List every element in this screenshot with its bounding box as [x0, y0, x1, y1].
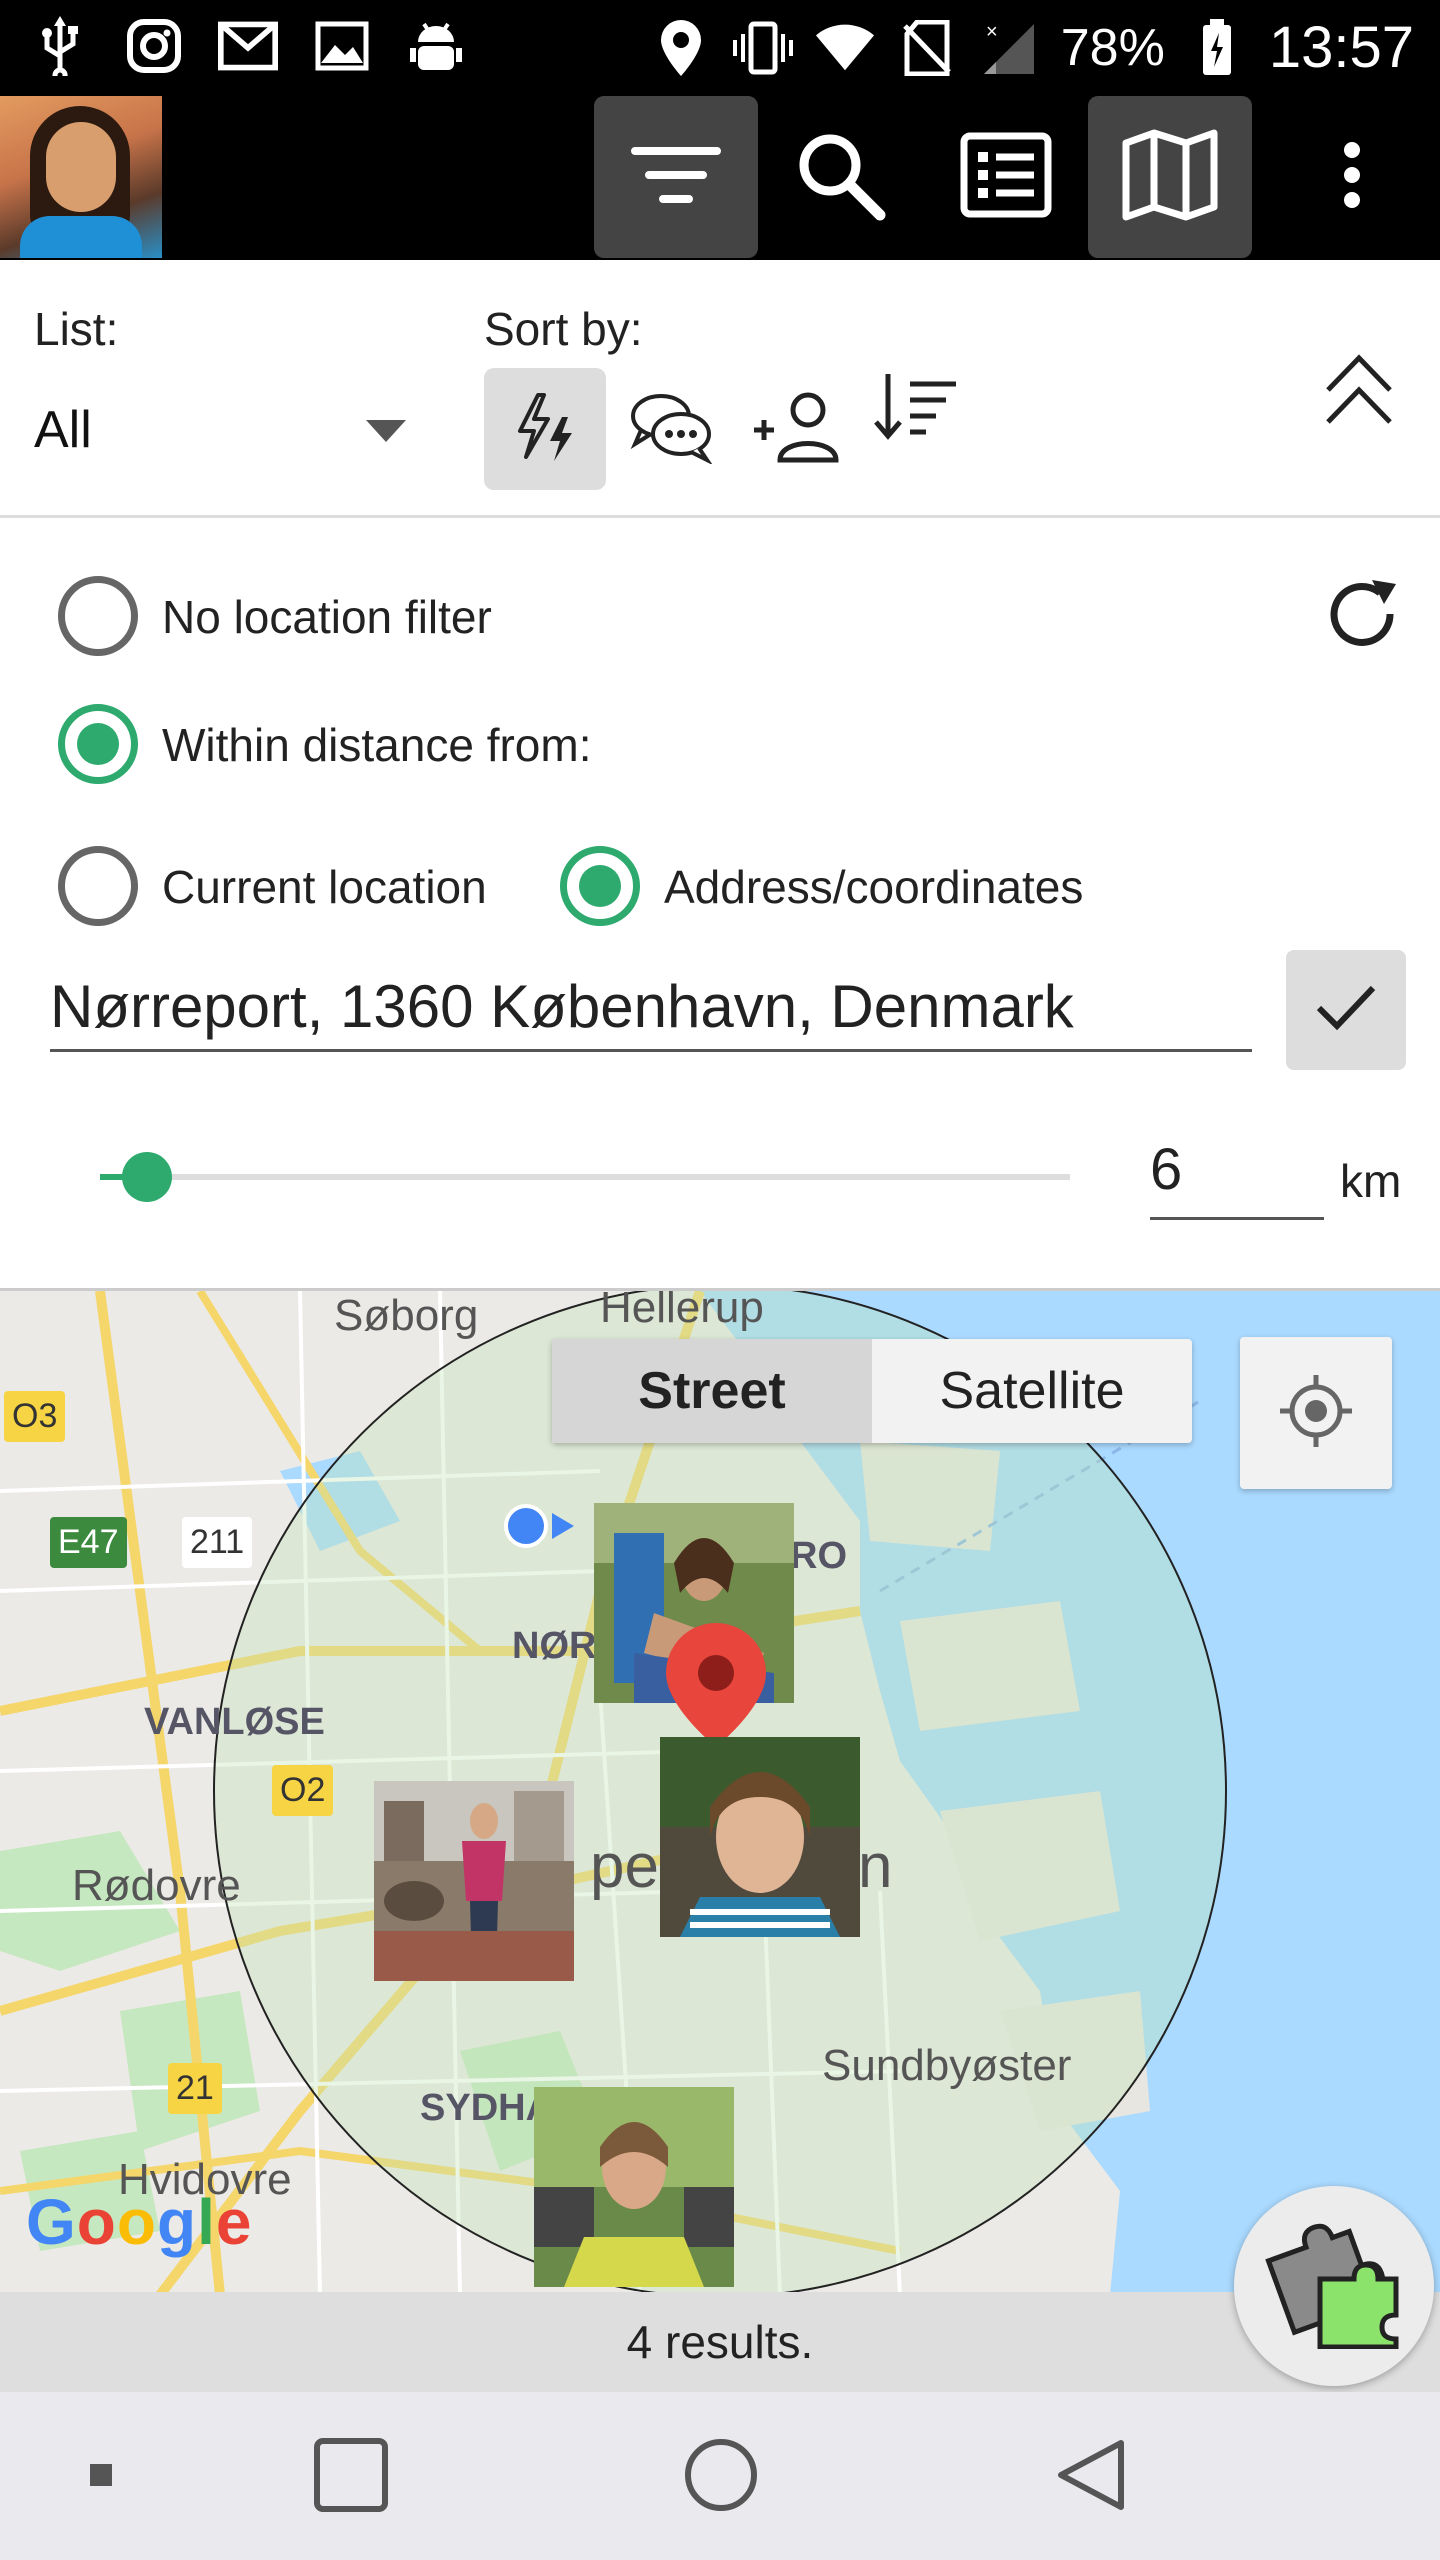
filter-panel: List: All Sort by:	[0, 260, 1440, 518]
no-location-filter-label[interactable]: No location filter	[162, 590, 492, 644]
signal-icon: ×	[979, 18, 1039, 78]
app-toolbar	[0, 96, 1440, 260]
back-button[interactable]	[1046, 2432, 1136, 2522]
messages-icon	[629, 390, 713, 469]
checkmark-icon	[1315, 984, 1377, 1037]
map-type-street-button[interactable]: Street	[552, 1339, 872, 1443]
plugin-fab[interactable]	[1234, 2186, 1434, 2386]
instagram-icon	[124, 16, 184, 76]
within-distance-label[interactable]: Within distance from:	[162, 718, 591, 772]
road-badge-e47: E47	[50, 1517, 127, 1568]
no-location-filter-radio[interactable]	[58, 576, 138, 656]
list-view-button[interactable]	[924, 96, 1088, 258]
battery-icon	[1187, 18, 1247, 78]
no-sim-icon	[897, 18, 957, 78]
square-icon	[313, 2437, 389, 2518]
results-count: 4 results.	[0, 2292, 1440, 2392]
svg-text:×: ×	[986, 21, 998, 43]
place-label-vanlose: VANLØSE	[144, 1701, 325, 1743]
dropdown-arrow-icon[interactable]	[366, 420, 406, 442]
road-badge-o2: O2	[272, 1765, 334, 1816]
list-icon	[960, 132, 1052, 223]
reset-button[interactable]	[1322, 574, 1402, 659]
within-distance-radio[interactable]	[58, 704, 138, 784]
place-label-hellerup: Hellerup	[600, 1288, 764, 1332]
double-chevron-up-icon	[1322, 354, 1396, 434]
battery-percent: 78%	[1060, 18, 1165, 77]
home-button[interactable]	[676, 2432, 766, 2522]
user-photo-marker[interactable]	[374, 1781, 574, 1981]
search-icon	[794, 129, 886, 226]
map-type-toggle: Street Satellite	[552, 1339, 1192, 1443]
address-coordinates-label[interactable]: Address/coordinates	[664, 860, 1083, 914]
image-icon	[312, 16, 372, 76]
map-pin-marker[interactable]	[662, 1619, 770, 1754]
crosshair-icon	[1278, 1373, 1354, 1454]
location-icon	[651, 18, 711, 78]
place-label-kobenhavn-end: n	[858, 1832, 893, 1901]
wifi-icon	[815, 18, 875, 78]
sort-by-new-contacts-button[interactable]	[736, 368, 858, 490]
search-button[interactable]	[758, 96, 922, 258]
place-label-osterbro: RO	[790, 1535, 847, 1577]
current-location-label[interactable]: Current location	[162, 860, 487, 914]
distance-unit-label: km	[1340, 1155, 1402, 1207]
activity-icon	[512, 391, 578, 468]
puzzle-icon	[1264, 2219, 1404, 2354]
sort-label: Sort by:	[484, 303, 643, 355]
sort-order-button[interactable]	[856, 348, 978, 470]
place-label-sundbyoster: Sundbyøster	[822, 2041, 1072, 2090]
filter-icon	[631, 145, 721, 210]
location-filter-panel: No location filter Within distance from:…	[0, 518, 1440, 1288]
distance-slider-track[interactable]	[100, 1174, 1070, 1180]
road-badge-21: 21	[168, 2063, 222, 2114]
map-view-button[interactable]	[1088, 96, 1252, 258]
confirm-address-button[interactable]	[1286, 950, 1406, 1070]
sort-by-messages-button[interactable]	[610, 368, 732, 490]
mail-icon	[218, 16, 278, 76]
vibrate-icon	[732, 18, 793, 78]
user-photo-marker[interactable]	[660, 1737, 860, 1937]
my-location-button[interactable]	[1240, 1337, 1392, 1489]
nav-extra-button[interactable]	[56, 2432, 146, 2522]
sort-by-activity-button[interactable]	[484, 368, 606, 490]
usb-icon	[30, 16, 90, 76]
clock: 13:57	[1268, 15, 1414, 80]
overflow-menu-button[interactable]	[1270, 96, 1434, 258]
system-nav-bar	[0, 2392, 1440, 2560]
google-attribution: Google	[26, 2186, 253, 2258]
android-debug-icon	[406, 16, 466, 76]
address-input[interactable]: Nørreport, 1360 København, Denmark	[50, 972, 1252, 1052]
circle-icon	[683, 2437, 759, 2518]
user-photo-marker[interactable]	[534, 2087, 734, 2287]
list-dropdown-value[interactable]: All	[34, 400, 92, 460]
back-triangle-icon	[1053, 2437, 1129, 2518]
current-location-radio[interactable]	[58, 846, 138, 926]
sort-order-icon	[874, 370, 960, 449]
place-label-norrebro: NØR	[512, 1625, 597, 1667]
map-type-satellite-button[interactable]: Satellite	[872, 1339, 1192, 1443]
list-label: List:	[34, 303, 119, 355]
filter-button[interactable]	[594, 96, 758, 258]
place-label-rodovre: Rødovre	[72, 1861, 241, 1910]
road-badge-o3: O3	[4, 1391, 66, 1442]
add-contact-icon	[750, 390, 844, 469]
place-label-kobenhavn-start: pe	[590, 1832, 659, 1901]
map-icon	[1122, 129, 1218, 226]
road-badge-211: 211	[182, 1517, 253, 1568]
collapse-panel-button[interactable]	[1322, 350, 1396, 435]
more-vertical-icon	[1340, 140, 1364, 215]
map-view[interactable]: Søborg Hellerup NØR RO VANLØSE Rødovre p…	[0, 1288, 1440, 2292]
address-coordinates-radio[interactable]	[560, 846, 640, 926]
distance-input[interactable]: 6	[1150, 1136, 1324, 1220]
place-label-soborg: Søborg	[334, 1291, 479, 1340]
small-square-icon	[88, 2462, 114, 2493]
refresh-icon	[1322, 580, 1402, 658]
distance-slider-thumb[interactable]	[122, 1152, 172, 1202]
recents-button[interactable]	[306, 2432, 396, 2522]
profile-avatar[interactable]	[0, 96, 162, 258]
status-bar: × 78% 13:57	[0, 0, 1440, 96]
